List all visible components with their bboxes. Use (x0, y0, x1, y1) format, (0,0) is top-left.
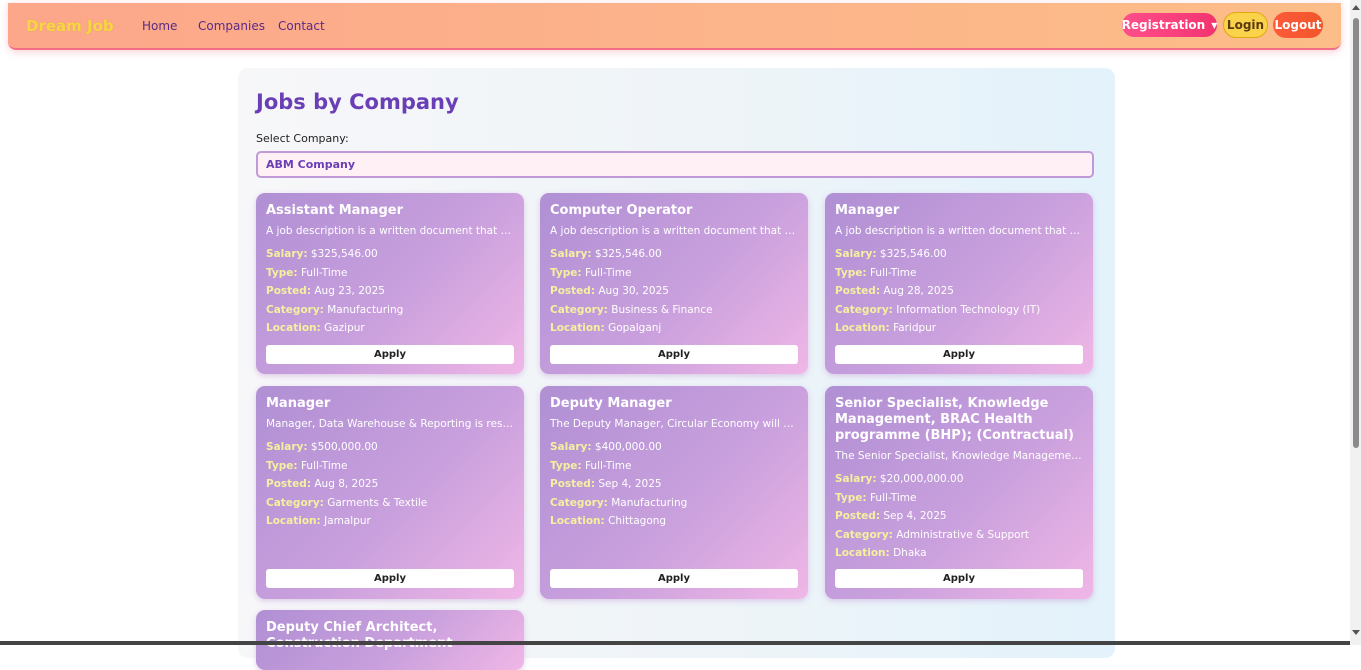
nav-link-home[interactable]: Home (142, 19, 177, 33)
job-description: A job description is a written document … (550, 225, 798, 237)
scroll-down-arrow-icon[interactable] (1352, 630, 1360, 635)
job-type: Type: Full-Time (835, 491, 917, 504)
logout-button[interactable]: Logout (1273, 12, 1323, 38)
job-type: Type: Full-Time (266, 266, 348, 279)
job-title: Assistant Manager (266, 203, 403, 218)
job-card: Computer Operator A job description is a… (540, 193, 808, 374)
job-type: Type: Full-Time (835, 266, 917, 279)
apply-button[interactable]: Apply (835, 345, 1083, 364)
job-description: The Deputy Manager, Circular Economy wil… (550, 418, 798, 430)
job-location: Location: Jamalpur (266, 515, 371, 528)
job-salary: Salary: $20,000,000.00 (835, 473, 964, 485)
job-title: Senior Specialist, Knowledge Management,… (835, 396, 1074, 443)
apply-button[interactable]: Apply (550, 569, 798, 588)
job-category: Category: Garments & Textile (266, 496, 428, 509)
job-category: Category: Information Technology (IT) (835, 303, 1041, 316)
job-salary: Salary: $500,000.00 (266, 441, 378, 453)
apply-button[interactable]: Apply (266, 345, 514, 364)
jobs-panel: Jobs by Company Select Company: ABM Comp… (238, 68, 1115, 670)
job-type: Type: Full-Time (266, 459, 348, 472)
apply-button[interactable]: Apply (550, 345, 798, 364)
company-select[interactable]: ABM Company (256, 151, 1094, 178)
job-card: Assistant Manager A job description is a… (256, 193, 524, 374)
job-card: Deputy Manager The Deputy Manager, Circu… (540, 386, 808, 599)
job-title: Deputy Chief Architect, Construction Dep… (266, 620, 453, 651)
job-title: Manager (266, 396, 331, 411)
job-posted: Posted: Sep 4, 2025 (835, 510, 947, 523)
job-location: Location: Faridpur (835, 322, 937, 335)
nav-link-contact[interactable]: Contact (278, 19, 325, 33)
registration-dropdown-button[interactable]: Registration ▼ (1122, 13, 1217, 37)
job-category: Category: Business & Finance (550, 303, 713, 316)
job-posted: Posted: Aug 23, 2025 (266, 285, 385, 298)
job-salary: Salary: $325,546.00 (266, 248, 378, 260)
job-description: A job description is a written document … (835, 225, 1083, 237)
job-salary: Salary: $325,546.00 (550, 248, 662, 260)
caret-down-icon: ▼ (1211, 20, 1218, 30)
registration-label: Registration (1121, 18, 1206, 32)
job-posted: Posted: Aug 30, 2025 (550, 285, 669, 298)
scroll-thumb[interactable] (1353, 18, 1359, 448)
job-salary: Salary: $400,000.00 (550, 441, 662, 453)
nav-link-companies[interactable]: Companies (198, 19, 265, 33)
job-title: Manager (835, 203, 900, 218)
job-card: Manager A job description is a written d… (825, 193, 1093, 374)
job-category: Category: Administrative & Support (835, 528, 1030, 541)
job-type: Type: Full-Time (550, 459, 632, 472)
job-location: Location: Gazipur (266, 322, 365, 335)
job-location: Location: Chittagong (550, 515, 667, 528)
job-description: A job description is a written document … (266, 225, 514, 237)
job-description: The Senior Specialist, Knowledge Managem… (835, 450, 1083, 462)
job-location: Location: Dhaka (835, 547, 927, 560)
job-type: Type: Full-Time (550, 266, 632, 279)
job-posted: Posted: Aug 8, 2025 (266, 478, 379, 491)
job-category: Category: Manufacturing (550, 496, 688, 509)
scroll-up-arrow-icon[interactable] (1352, 5, 1360, 10)
job-posted: Posted: Aug 28, 2025 (835, 285, 954, 298)
job-title: Computer Operator (550, 203, 693, 218)
page-title: Jobs by Company (256, 90, 459, 114)
vertical-scrollbar[interactable] (1350, 0, 1361, 645)
job-card: Senior Specialist, Knowledge Management,… (825, 386, 1093, 599)
login-button[interactable]: Login (1223, 12, 1268, 38)
brand-logo[interactable]: Dream Job (26, 17, 114, 35)
navbar: Dream Job Home Companies Contact Registr… (8, 3, 1341, 50)
job-category: Category: Manufacturing (266, 303, 404, 316)
job-location: Location: Gopalganj (550, 322, 662, 335)
job-posted: Posted: Sep 4, 2025 (550, 478, 662, 491)
apply-button[interactable]: Apply (266, 569, 514, 588)
job-description: Manager, Data Warehouse & Reporting is r… (266, 418, 514, 430)
apply-button[interactable]: Apply (835, 569, 1083, 588)
job-title: Deputy Manager (550, 396, 672, 411)
job-card: Manager Manager, Data Warehouse & Report… (256, 386, 524, 599)
job-card: Deputy Chief Architect, Construction Dep… (256, 610, 524, 670)
page-bottom-edge (0, 641, 1350, 645)
select-company-label: Select Company: (256, 132, 349, 145)
job-salary: Salary: $325,546.00 (835, 248, 947, 260)
